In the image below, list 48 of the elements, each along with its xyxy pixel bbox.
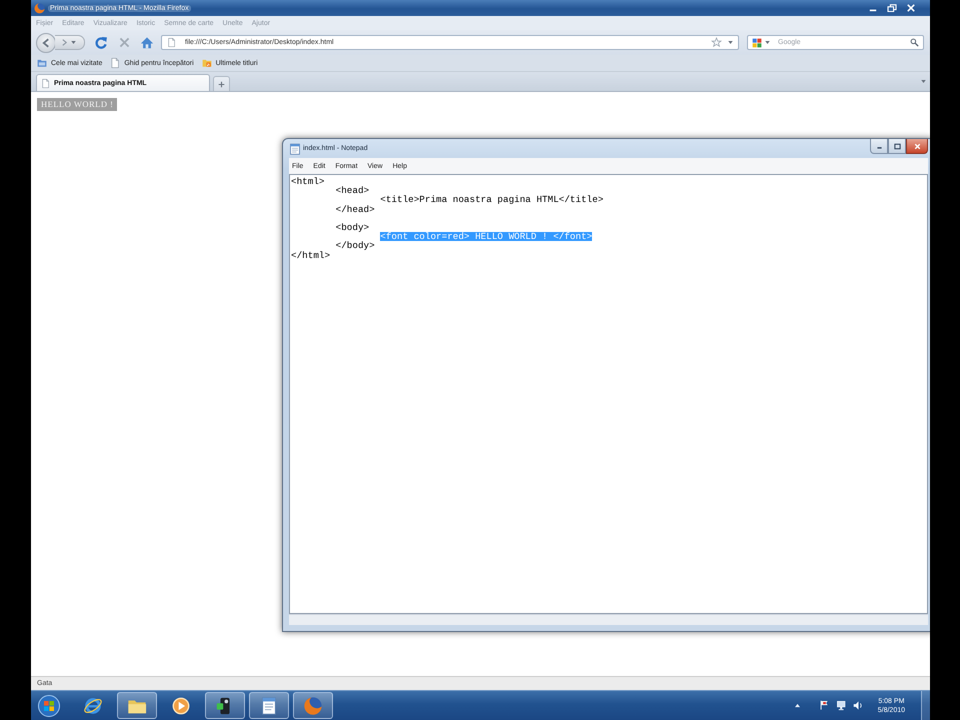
taskbar-button[interactable]	[205, 692, 245, 719]
feed-icon	[202, 58, 212, 68]
caret-icon[interactable]	[765, 41, 770, 44]
code-line: <head>	[336, 186, 370, 196]
home-icon[interactable]	[140, 36, 154, 50]
search-icon[interactable]	[910, 38, 919, 47]
code-line: <body>	[336, 222, 370, 232]
code-line: </body>	[336, 241, 375, 250]
notepad-icon	[259, 696, 279, 716]
globe-icon	[303, 696, 323, 716]
caret-icon	[71, 41, 76, 44]
taskbar-button[interactable]	[117, 692, 157, 719]
back-button[interactable]	[36, 32, 56, 52]
new-tab-button[interactable]	[213, 76, 230, 91]
caret-icon[interactable]	[728, 41, 733, 44]
close-button[interactable]	[906, 139, 928, 154]
maximize-button[interactable]	[888, 139, 906, 154]
close-icon	[912, 142, 922, 150]
show-desktop-button[interactable]	[921, 691, 930, 720]
network-icon[interactable]	[836, 700, 847, 711]
taskbar-button[interactable]	[249, 692, 289, 719]
text-area[interactable]: <html> <head> <title>Prima noastra pagina HTML</title> </head> <body> <font color=red> HELLO WORLD ! </font> </body> </html>	[289, 174, 928, 614]
bookmark-folder-icon	[37, 58, 47, 68]
notepad-icon	[289, 142, 301, 154]
start-orb-icon[interactable]	[38, 694, 60, 716]
globe-icon	[34, 2, 45, 14]
reload-icon[interactable]	[94, 36, 108, 50]
caret-icon[interactable]	[921, 80, 926, 83]
close-icon[interactable]	[906, 4, 916, 12]
play-icon[interactable]	[171, 696, 191, 716]
tiles-icon[interactable]	[752, 38, 762, 48]
maximize-icon	[892, 142, 902, 150]
plus-icon	[218, 80, 225, 88]
forward-button[interactable]	[55, 35, 85, 50]
star-icon[interactable]	[711, 37, 722, 48]
up-caret-icon[interactable]	[794, 703, 801, 708]
code-line: </html>	[291, 250, 330, 260]
code-line: </head>	[336, 204, 375, 214]
restore-icon[interactable]	[887, 4, 897, 12]
code-line: <title>Prima noastra pagina HTML</title>	[380, 195, 604, 205]
flag-icon[interactable]	[818, 700, 830, 711]
page-text: HELLO WORLD !	[37, 98, 118, 111]
page-icon	[167, 37, 176, 48]
page-icon	[41, 78, 50, 88]
page-icon	[110, 58, 120, 68]
speaker-icon[interactable]	[852, 700, 864, 711]
code-line: <html>	[291, 177, 324, 186]
globe-ring-icon[interactable]	[83, 696, 103, 716]
